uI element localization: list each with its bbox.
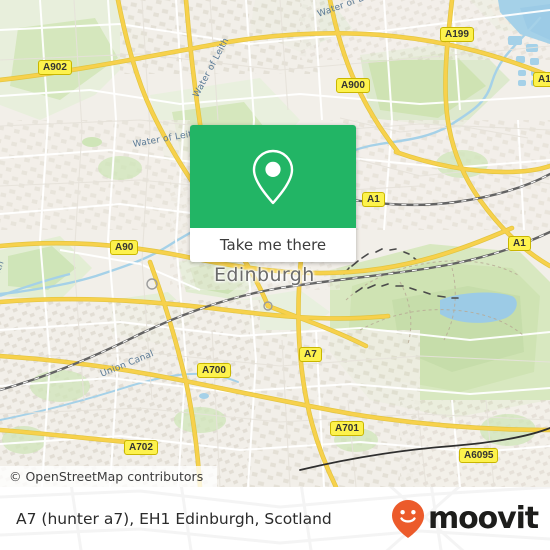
osm-attribution-text: © OpenStreetMap contributors — [9, 469, 204, 484]
osm-attribution[interactable]: © OpenStreetMap contributors — [0, 466, 218, 487]
destination-popup-card[interactable]: Take me there — [190, 125, 356, 262]
popup-pin-panel — [190, 125, 356, 228]
road-shield-a6095: A6095 — [459, 448, 499, 463]
road-shield-a90: A90 — [110, 240, 139, 255]
moovit-smiley-pin-icon — [391, 499, 424, 538]
moovit-map-share-card: Water of Leith Water of Leith Water of L… — [0, 0, 550, 550]
road-shield-a700: A700 — [197, 363, 231, 378]
road-shield-a702: A702 — [124, 440, 158, 455]
road-shield-a701: A701 — [330, 421, 364, 436]
road-shield-a199: A199 — [440, 27, 474, 42]
moovit-wordmark: moovit — [427, 500, 539, 536]
map-viewport[interactable]: Water of Leith Water of Leith Water of L… — [0, 0, 550, 487]
road-shield-a199-east: A199 — [533, 72, 550, 87]
road-shield-a7: A7 — [299, 347, 322, 362]
take-me-there-button[interactable]: Take me there — [190, 228, 356, 262]
take-me-there-label: Take me there — [219, 236, 327, 254]
road-shield-a1-east: A1 — [508, 236, 531, 251]
road-shield-a1-west: A1 — [362, 192, 385, 207]
road-shield-a902: A902 — [38, 60, 72, 75]
map-pin-icon — [252, 149, 294, 204]
moovit-logo[interactable]: moovit — [391, 499, 539, 539]
road-shield-a900: A900 — [336, 78, 370, 93]
address-text: A7 (hunter a7), EH1 Edinburgh, Scotland — [16, 509, 332, 528]
footer-bar: A7 (hunter a7), EH1 Edinburgh, Scotland … — [0, 487, 550, 550]
